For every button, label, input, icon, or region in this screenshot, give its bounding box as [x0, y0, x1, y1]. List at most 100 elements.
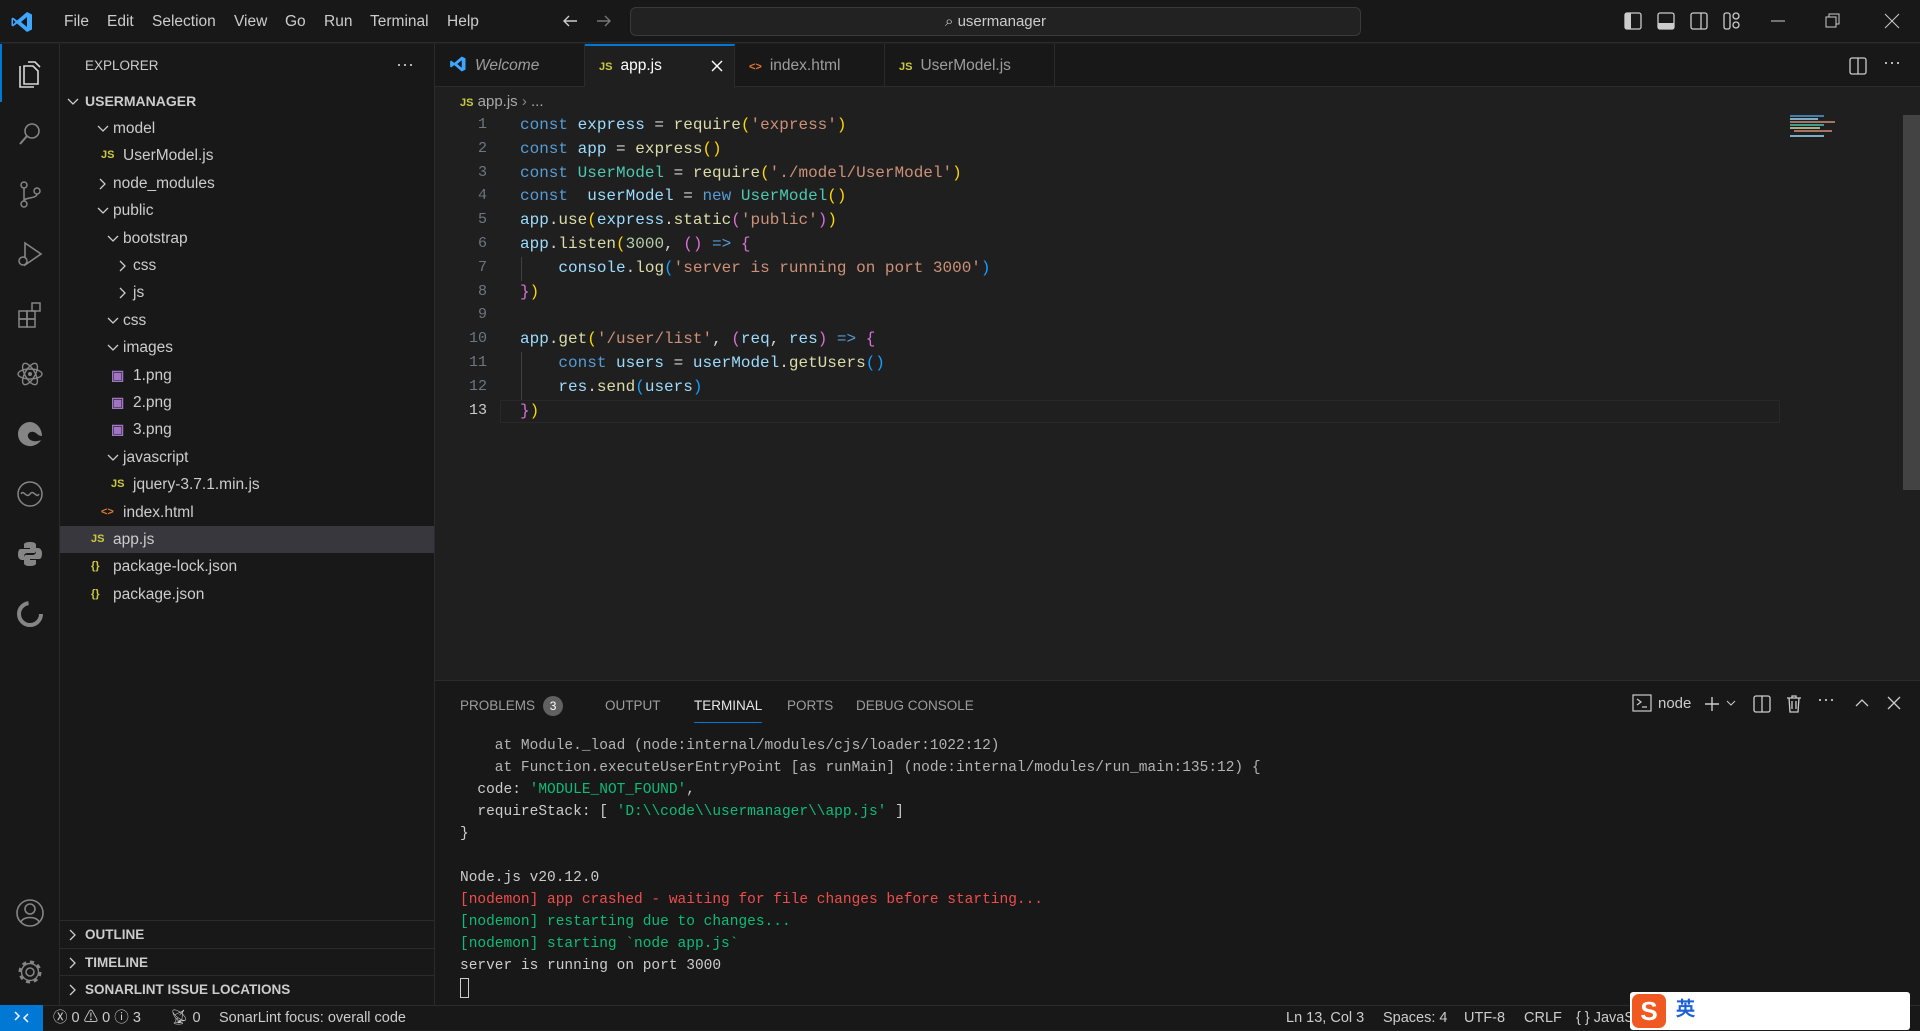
- close-tab-icon[interactable]: [710, 59, 724, 73]
- back-arrow-icon[interactable]: [560, 11, 580, 31]
- editor-scrollbar[interactable]: [1903, 115, 1920, 490]
- workspace-root[interactable]: USERMANAGER: [60, 88, 434, 115]
- menu-go[interactable]: Go: [277, 0, 314, 43]
- minimize-icon[interactable]: [1770, 12, 1786, 30]
- line-endings[interactable]: CRLF: [1524, 1006, 1562, 1031]
- terminal-line: at Module._load (node:internal/modules/c…: [460, 738, 1000, 754]
- ports-status[interactable]: 📡︎ 0: [170, 1006, 201, 1031]
- encoding[interactable]: UTF-8: [1464, 1006, 1505, 1031]
- panel-tab-debug-console[interactable]: DEBUG CONSOLE: [856, 693, 974, 723]
- split-editor-icon[interactable]: [1849, 57, 1867, 75]
- folder-item[interactable]: bootstrap: [60, 225, 434, 252]
- ime-toolbar[interactable]: S 英: [1630, 992, 1910, 1030]
- section-timeline[interactable]: TIMELINE: [60, 947, 434, 975]
- sonarlint-focus[interactable]: SonarLint focus: overall code: [219, 1006, 406, 1031]
- toggle-panel-icon[interactable]: [1657, 12, 1675, 30]
- file-item[interactable]: JS jquery-3.7.1.min.js: [60, 471, 434, 498]
- edge-icon[interactable]: [0, 406, 60, 462]
- code-token: listen: [558, 235, 617, 253]
- file-item[interactable]: ▣ 3.png: [60, 416, 434, 443]
- react-icon[interactable]: [0, 346, 60, 402]
- folder-item[interactable]: css: [60, 252, 434, 279]
- terminal-selector[interactable]: node: [1632, 694, 1691, 712]
- folder-item[interactable]: javascript: [60, 444, 434, 471]
- editor-more-actions-icon[interactable]: ···: [1883, 52, 1901, 73]
- tab-index-html[interactable]: <> index.html: [735, 44, 885, 87]
- panel-tab-ports[interactable]: PORTS: [787, 693, 833, 723]
- restore-icon[interactable]: [1825, 13, 1841, 29]
- file-item[interactable]: {} package.json: [60, 581, 434, 608]
- forward-arrow-icon[interactable]: [594, 11, 614, 31]
- panel-tab-terminal[interactable]: TERMINAL: [694, 693, 763, 723]
- folder-item[interactable]: model: [60, 115, 434, 142]
- remote-indicator-icon[interactable]: [0, 1005, 43, 1031]
- tab-app-js[interactable]: JS app.js: [585, 44, 735, 88]
- folder-item[interactable]: js: [60, 279, 434, 306]
- breadcrumb-file[interactable]: app.js: [478, 93, 518, 110]
- search-icon[interactable]: [0, 106, 60, 162]
- extensions-icon[interactable]: [0, 286, 60, 342]
- problems-status[interactable]: Ⓧ 0 ⚠ 0 ⓘ 3: [53, 1006, 141, 1031]
- panel-tab-problems[interactable]: PROBLEMS 3: [460, 693, 564, 723]
- explorer-icon[interactable]: [0, 46, 60, 102]
- panel-more-actions-icon[interactable]: ···: [1817, 689, 1835, 710]
- menu-file[interactable]: File: [56, 0, 97, 43]
- code-token: new: [702, 187, 741, 206]
- sonarlint-icon[interactable]: [0, 586, 60, 642]
- code-token: {: [865, 330, 876, 349]
- file-item[interactable]: JS app.js: [60, 526, 434, 553]
- source-control-icon[interactable]: [0, 166, 60, 222]
- kill-terminal-trash-icon[interactable]: [1785, 694, 1803, 714]
- new-terminal-plus-icon[interactable]: [1703, 695, 1721, 713]
- close-window-icon[interactable]: [1884, 13, 1900, 29]
- toggle-primary-sidebar-icon[interactable]: [1624, 12, 1642, 30]
- folder-item[interactable]: images: [60, 334, 434, 361]
- folder-item[interactable]: css: [60, 307, 434, 334]
- menu-edit[interactable]: Edit: [99, 0, 142, 43]
- folder-item[interactable]: public: [60, 197, 434, 224]
- code-token: '/user/list': [596, 330, 713, 349]
- python-icon[interactable]: [0, 526, 60, 582]
- language-mode[interactable]: { } JavaS: [1576, 1006, 1634, 1031]
- code-token: ): [827, 211, 837, 230]
- menu-help[interactable]: Help: [439, 0, 487, 43]
- run-debug-icon[interactable]: [0, 226, 60, 282]
- vscode-logo-icon: [10, 10, 34, 34]
- code-token: (: [635, 377, 645, 396]
- close-panel-icon[interactable]: [1886, 695, 1902, 711]
- menu-view[interactable]: View: [226, 0, 275, 43]
- cursor-position[interactable]: Ln 13, Col 3: [1286, 1006, 1364, 1031]
- breadcrumb-symbols[interactable]: ...: [531, 93, 544, 110]
- section-outline[interactable]: OUTLINE: [60, 920, 434, 947]
- terminal-text: server is running on port 3000: [460, 958, 722, 974]
- command-center-search[interactable]: ⌕ usermanager: [630, 7, 1361, 36]
- live-share-icon[interactable]: [0, 466, 60, 522]
- file-item[interactable]: ▣ 1.png: [60, 362, 434, 389]
- accounts-icon[interactable]: [0, 885, 60, 941]
- file-item[interactable]: {} package-lock.json: [60, 553, 434, 580]
- file-item[interactable]: <> index.html: [60, 499, 434, 526]
- item-label: 3.png: [133, 421, 172, 439]
- toggle-secondary-sidebar-icon[interactable]: [1690, 12, 1708, 30]
- file-item[interactable]: JS UserModel.js: [60, 142, 434, 169]
- maximize-panel-chevron-up-icon[interactable]: [1854, 695, 1870, 711]
- panel-tab-output[interactable]: OUTPUT: [605, 693, 661, 723]
- menu-selection[interactable]: Selection: [144, 0, 224, 43]
- menu-terminal[interactable]: Terminal: [362, 0, 437, 43]
- customize-layout-icon[interactable]: [1723, 12, 1741, 30]
- more-actions-icon[interactable]: ···: [396, 44, 414, 88]
- ime-language[interactable]: 英: [1676, 998, 1695, 1022]
- tab-usermodel-js[interactable]: JS UserModel.js: [885, 44, 1055, 87]
- split-terminal-icon[interactable]: [1753, 695, 1771, 713]
- file-item[interactable]: ▣ 2.png: [60, 389, 434, 416]
- terminal-dropdown-chevron-icon[interactable]: [1725, 697, 1737, 709]
- minimap[interactable]: [1790, 115, 1840, 139]
- folder-item[interactable]: node_modules: [60, 170, 434, 197]
- tab-welcome[interactable]: Welcome: [435, 44, 585, 87]
- menu-run[interactable]: Run: [316, 0, 360, 43]
- section-sonarlint-issue-locations[interactable]: SONARLINT ISSUE LOCATIONS: [60, 975, 434, 1002]
- indentation[interactable]: Spaces: 4: [1383, 1006, 1448, 1031]
- code-token: app: [577, 139, 607, 158]
- manage-gear-icon[interactable]: [0, 944, 60, 1000]
- code-token: app: [520, 235, 549, 253]
